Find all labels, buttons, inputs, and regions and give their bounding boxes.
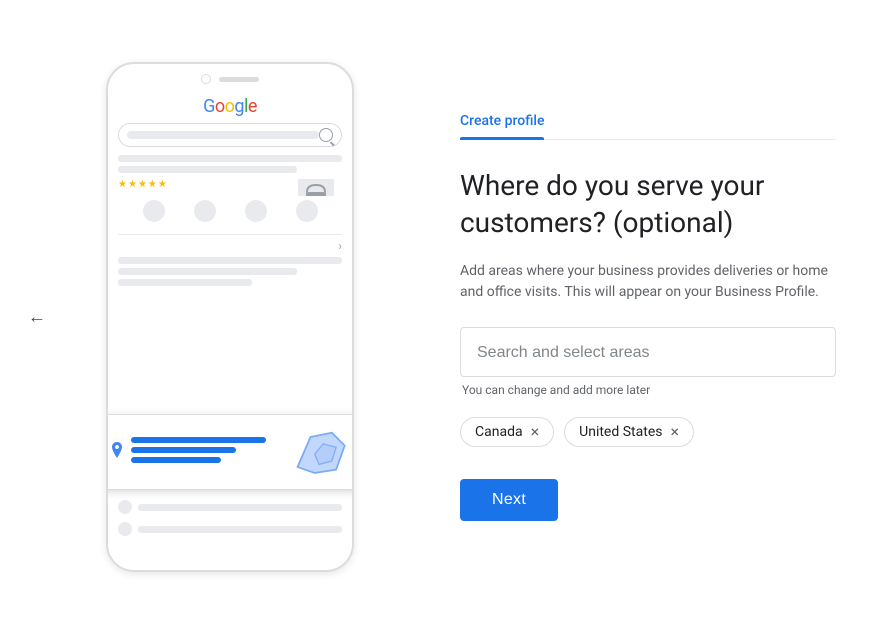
phone-speaker <box>219 77 259 82</box>
action-icons-row <box>118 196 342 226</box>
card-overlay <box>106 414 354 490</box>
phone-illustration: Google ★ ★ <box>40 62 420 572</box>
chevron-right: › <box>118 239 342 253</box>
search-bar-mock <box>118 123 342 147</box>
tag-united-states-remove[interactable]: × <box>670 424 679 440</box>
search-areas-input[interactable] <box>477 344 819 362</box>
page-title: Where do you serve your customers? (opti… <box>460 168 836 241</box>
result-lines <box>118 155 342 173</box>
tab-create-profile[interactable]: Create profile <box>460 113 544 139</box>
tag-canada-remove[interactable]: × <box>531 424 540 440</box>
phone-bottom-content <box>108 494 352 550</box>
card-lines <box>131 437 281 467</box>
description-text: Add areas where your business provides d… <box>460 261 836 303</box>
tag-canada-label: Canada <box>475 424 523 440</box>
tag-united-states-label: United States <box>579 424 662 440</box>
tag-canada: Canada × <box>460 417 554 447</box>
search-icon <box>319 128 333 142</box>
tag-united-states: United States × <box>564 417 694 447</box>
hint-text: You can change and add more later <box>460 383 836 397</box>
phone-frame: Google ★ ★ <box>106 62 354 572</box>
next-button[interactable]: Next <box>460 479 558 521</box>
google-logo: Google <box>118 96 342 117</box>
content-lines <box>118 257 342 286</box>
map-polygon <box>289 427 349 477</box>
phone-camera <box>201 74 211 84</box>
form-section: Create profile Where do you serve your c… <box>420 113 856 521</box>
shop-icon <box>298 179 334 196</box>
tab-bar: Create profile <box>460 113 836 140</box>
pin-icon <box>111 442 123 462</box>
search-areas-wrapper[interactable] <box>460 327 836 377</box>
tags-row: Canada × United States × <box>460 417 836 447</box>
